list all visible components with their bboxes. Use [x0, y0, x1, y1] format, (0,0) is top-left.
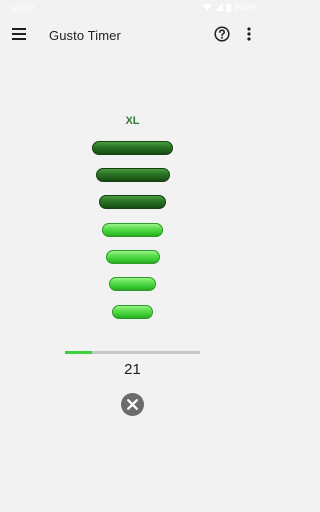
size-label: XL: [125, 115, 140, 127]
status-time: 10:00: [11, 3, 35, 13]
close-icon: [127, 399, 138, 410]
count-value: 21: [124, 361, 141, 378]
level-bar-1: [92, 141, 173, 155]
status-bar: 10:00 100%: [0, 0, 265, 16]
cancel-button[interactable]: [121, 393, 144, 416]
level-bar-6: [109, 277, 156, 291]
level-bar-7: [112, 305, 153, 319]
progress-fill: [65, 351, 92, 354]
level-bar-2: [96, 168, 170, 182]
more-vert-icon[interactable]: [246, 27, 252, 41]
level-bar-4: [102, 223, 163, 237]
app-bar: Gusto Timer: [0, 18, 265, 54]
battery-icon: [225, 2, 231, 12]
app-title: Gusto Timer: [49, 28, 121, 43]
status-icons: 100%: [202, 2, 257, 12]
help-icon[interactable]: [214, 26, 230, 42]
progress-bar: [65, 351, 200, 354]
signal-icon: [214, 3, 223, 11]
menu-icon[interactable]: [12, 28, 26, 40]
wifi-icon: [202, 3, 212, 11]
level-bar-5: [106, 250, 160, 264]
level-bar-3: [99, 195, 166, 209]
battery-level: 100%: [233, 2, 257, 12]
